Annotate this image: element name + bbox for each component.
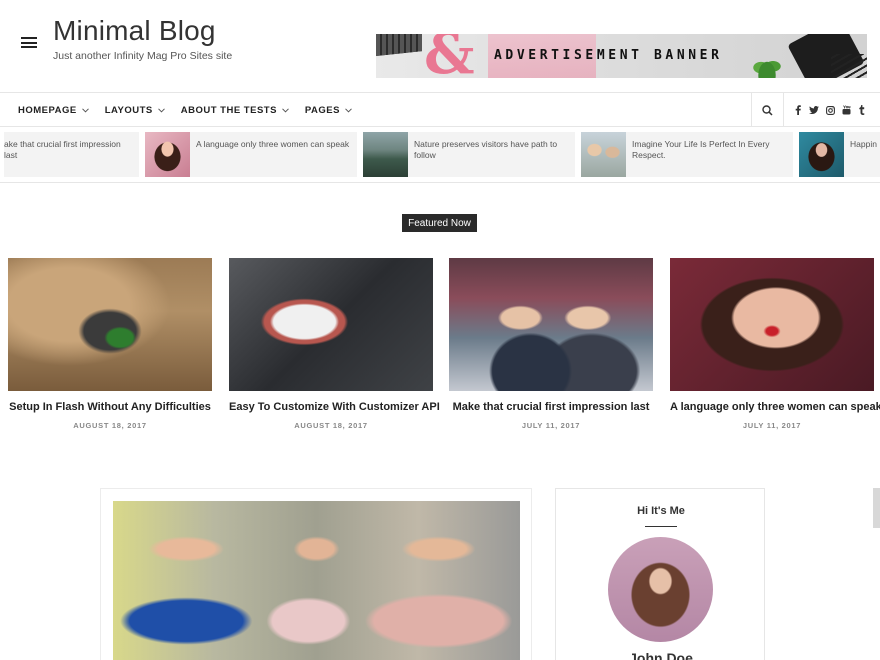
ticker-item[interactable]: Nature preserves visitors have path to f… xyxy=(363,132,575,177)
chevron-down-icon xyxy=(157,107,165,113)
featured-card-title[interactable]: Easy To Customize With Customizer API xyxy=(229,401,440,413)
about-me-widget: Hi It's Me John Doe xyxy=(555,488,765,660)
search-button[interactable] xyxy=(751,93,784,127)
nav-item-layouts[interactable]: LAYOUTS xyxy=(105,105,165,116)
featured-card-date: JULY 11, 2017 xyxy=(521,421,581,430)
main-post xyxy=(100,488,532,660)
ticker-item[interactable]: Imagine Your Life Is Perfect In Every Re… xyxy=(581,132,793,177)
site-title[interactable]: Minimal Blog xyxy=(53,15,216,47)
ticker-item-title: ake that crucial first impression last xyxy=(4,139,121,161)
search-icon xyxy=(762,104,773,116)
featured-card-image[interactable] xyxy=(8,258,212,391)
chevron-down-icon xyxy=(282,107,289,113)
ampersand-graphic: & xyxy=(424,34,475,78)
widget-author-name: John Doe xyxy=(629,651,693,660)
nav-item-homepage[interactable]: HOMEPAGE xyxy=(18,105,89,116)
featured-card-image[interactable] xyxy=(670,258,874,391)
facebook-icon[interactable] xyxy=(790,93,806,127)
main-navigation: HOMEPAGE LAYOUTS ABOUT THE TESTS PAGES xyxy=(0,93,880,127)
site-header: Minimal Blog Just another Infinity Mag P… xyxy=(0,0,880,93)
twitter-icon[interactable] xyxy=(806,93,822,127)
ticker-thumbnail xyxy=(145,132,190,177)
ticker-thumbnail xyxy=(581,132,626,177)
featured-card-title[interactable]: Setup In Flash Without Any Difficulties xyxy=(8,401,212,413)
nav-item-about-the-tests[interactable]: ABOUT THE TESTS xyxy=(181,105,289,116)
featured-card-title[interactable]: A language only three women can speak xyxy=(670,401,880,413)
featured-section-label: Featured Now xyxy=(402,214,477,232)
ticker-item-title: Imagine Your Life Is Perfect In Every Re… xyxy=(632,139,770,161)
advertisement-banner-text: ADVERTISEMENT BANNER xyxy=(494,48,723,63)
sidebar-edge xyxy=(873,488,880,528)
featured-card-date: AUGUST 18, 2017 xyxy=(73,421,147,430)
nav-menu: HOMEPAGE LAYOUTS ABOUT THE TESTS PAGES xyxy=(18,93,368,127)
nav-item-label: HOMEPAGE xyxy=(18,104,77,116)
youtube-icon[interactable] xyxy=(838,93,854,127)
featured-card: Setup In Flash Without Any Difficulties … xyxy=(8,258,212,430)
news-ticker: ake that crucial first impression last A… xyxy=(0,128,880,183)
ticker-item-title: A language only three women can speak xyxy=(196,139,350,149)
ticker-item[interactable]: ake that crucial first impression last xyxy=(4,132,139,177)
featured-card-image[interactable] xyxy=(229,258,433,391)
keyboard-graphic xyxy=(376,34,422,56)
nav-item-label: LAYOUTS xyxy=(104,104,153,116)
avatar xyxy=(608,537,713,642)
nav-item-label: PAGES xyxy=(304,104,340,116)
featured-card: A language only three women can speak JU… xyxy=(670,258,880,430)
lines-graphic xyxy=(831,54,867,78)
plant-graphic xyxy=(752,52,782,78)
tumblr-icon[interactable] xyxy=(854,93,870,127)
featured-card-title[interactable]: Make that crucial first impression last xyxy=(449,401,653,413)
ticker-item-title: Happin xyxy=(850,139,877,149)
featured-card-image[interactable] xyxy=(449,258,653,391)
social-links xyxy=(790,93,870,127)
featured-card: Make that crucial first impression last … xyxy=(449,258,653,430)
chevron-down-icon xyxy=(81,107,89,113)
hamburger-menu-icon[interactable] xyxy=(21,37,37,48)
widget-title-underline xyxy=(645,526,677,527)
nav-item-pages[interactable]: PAGES xyxy=(305,105,352,116)
site-tagline: Just another Infinity Mag Pro Sites site xyxy=(53,50,233,62)
ticker-item[interactable]: A language only three women can speak xyxy=(145,132,357,177)
featured-card-date: AUGUST 18, 2017 xyxy=(294,421,368,430)
chevron-down-icon xyxy=(345,107,352,113)
nav-item-label: ABOUT THE TESTS xyxy=(180,104,277,116)
featured-card-date: JULY 11, 2017 xyxy=(742,421,802,430)
instagram-icon[interactable] xyxy=(822,93,838,127)
ticker-thumbnail xyxy=(363,132,408,177)
ticker-item[interactable]: Happin xyxy=(799,132,880,177)
ticker-item-title: Nature preserves visitors have path to f… xyxy=(414,139,558,161)
ticker-thumbnail xyxy=(799,132,844,177)
widget-title: Hi It's Me xyxy=(637,505,685,517)
featured-card: Easy To Customize With Customizer API AU… xyxy=(229,258,440,430)
advertisement-banner[interactable]: & ADVERTISEMENT BANNER xyxy=(376,34,867,78)
main-post-image[interactable] xyxy=(113,501,520,660)
